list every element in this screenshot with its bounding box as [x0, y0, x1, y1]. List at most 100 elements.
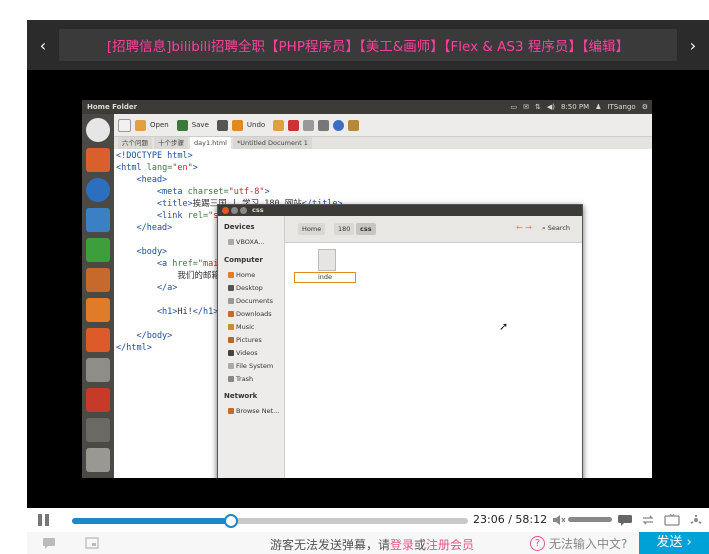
print-icon[interactable] — [216, 119, 228, 131]
network-heading: Network — [224, 392, 258, 400]
input-help-link[interactable]: ? 无法输入中文? — [530, 535, 627, 552]
close-icon[interactable] — [222, 207, 229, 214]
sidebar-item-desktop[interactable]: Desktop — [228, 284, 263, 292]
question-icon: ? — [530, 536, 545, 551]
new-file-icon[interactable] — [118, 118, 131, 132]
sidebar-item-label: File System — [236, 362, 274, 370]
redo-icon[interactable] — [273, 119, 285, 131]
gedit-tab[interactable]: day1.html — [190, 137, 231, 149]
breadcrumb-180[interactable]: 180 — [334, 223, 355, 235]
code-token: 我们的邮箱 — [116, 271, 220, 281]
code-token: <meta — [116, 187, 188, 197]
loop-icon[interactable] — [640, 514, 656, 526]
code-line: 我们的邮箱 — [116, 270, 220, 282]
sidebar-item-label: Browse Net... — [236, 407, 280, 415]
code-line: <head> — [116, 174, 167, 186]
file-name-field[interactable]: inde — [294, 272, 356, 283]
sidebar-item-downloads[interactable]: Downloads — [228, 310, 272, 318]
code-line: <!DOCTYPE html> — [116, 150, 193, 162]
settings-icon — [86, 358, 110, 382]
code-line: <h1>Hi!</h1> — [116, 306, 218, 318]
code-token: <a — [116, 259, 173, 269]
gedit-tab[interactable]: 六个问题 — [118, 137, 152, 149]
sidebar-item-label: VBOXA... — [236, 238, 265, 246]
paste-icon[interactable] — [318, 119, 330, 131]
banner-next-button[interactable]: › — [677, 20, 709, 70]
widescreen-icon[interactable] — [664, 514, 680, 526]
minimize-icon[interactable] — [231, 207, 238, 214]
volume-slider[interactable] — [568, 517, 612, 522]
sidebar-item-label: Downloads — [236, 310, 272, 318]
danmaku-list-icon[interactable] — [42, 537, 56, 549]
banner-link[interactable]: [招聘信息]bilibili招聘全职【PHP程序员】【美工&画师】【Flex &… — [59, 29, 677, 61]
danmaku-bar: 游客无法发送弹幕，请登录或注册会员 ? 无法输入中文? 发送 › — [27, 532, 709, 554]
progress-bar[interactable] — [72, 514, 468, 528]
progress-handle[interactable] — [224, 514, 239, 528]
announcement-banner: ‹ [招聘信息]bilibili招聘全职【PHP程序员】【美工&画师】【Flex… — [27, 20, 709, 70]
volume-icon[interactable] — [552, 514, 566, 526]
register-link[interactable]: 注册会员 — [426, 538, 474, 552]
code-token: <title> — [116, 199, 193, 209]
window-title: Home Folder — [87, 103, 138, 111]
gedit-toolbar: Open Save Undo — [114, 114, 652, 137]
banner-prev-button[interactable]: ‹ — [27, 20, 59, 70]
code-token: </a> — [116, 283, 178, 293]
code-token: > — [264, 187, 270, 197]
sidebar-item-trash[interactable]: Trash — [228, 375, 253, 383]
send-button[interactable]: 发送 › — [639, 532, 709, 554]
code-token: <html — [116, 163, 147, 173]
find-icon[interactable] — [333, 119, 345, 131]
gedit-tab[interactable]: 十个步骤 — [154, 137, 188, 149]
ubuntu-launcher — [82, 114, 114, 478]
writer-icon — [86, 208, 110, 232]
open-button[interactable]: Open — [150, 121, 169, 129]
code-line: <a href="mail — [116, 258, 224, 270]
fullscreen-icon[interactable] — [688, 514, 704, 526]
sidebar-item-label: Music — [236, 323, 255, 331]
computer-heading: Computer — [224, 256, 263, 264]
dash-icon — [86, 118, 110, 142]
code-line: <link rel="st — [116, 210, 224, 222]
sidebar-item-browse-network[interactable]: Browse Net... — [228, 407, 279, 415]
breadcrumb-home[interactable]: Home — [298, 223, 326, 235]
file-manager-content: inde ➚ — [285, 243, 582, 478]
sidebar-item-home[interactable]: Home — [228, 271, 255, 279]
copy-icon[interactable] — [303, 119, 315, 131]
code-token: </html> — [116, 343, 152, 353]
open-icon[interactable] — [135, 119, 146, 131]
file-manager-sidebar: Devices VBOXA... Computer Home Desktop D… — [218, 216, 285, 478]
firefox-icon — [86, 178, 110, 202]
user-icon: ♟ — [595, 103, 602, 111]
breadcrumb-css[interactable]: css — [356, 223, 376, 235]
played-bar — [72, 518, 231, 524]
login-link[interactable]: 登录 — [390, 538, 414, 552]
sidebar-item-vbox[interactable]: VBOXA... — [228, 238, 264, 246]
sidebar-item-pictures[interactable]: Pictures — [228, 336, 262, 344]
mail-icon: ✉ — [523, 103, 529, 111]
devices-heading: Devices — [224, 223, 255, 231]
danmaku-toggle-icon[interactable] — [617, 514, 633, 526]
or-text: 或 — [414, 538, 427, 552]
save-icon[interactable] — [176, 119, 188, 131]
undo-icon[interactable] — [231, 119, 243, 131]
sidebar-item-filesystem[interactable]: File System — [228, 362, 273, 370]
maximize-icon[interactable] — [240, 207, 247, 214]
workspace-icon — [86, 418, 110, 442]
code-token: Hi! — [177, 307, 193, 317]
sidebar-item-documents[interactable]: Documents — [228, 297, 273, 305]
sidebar-item-videos[interactable]: Videos — [228, 349, 258, 357]
search-button[interactable]: ⌕ Search — [542, 224, 570, 233]
gedit-tab[interactable]: *Untitled Document 1 — [232, 137, 312, 149]
ubuntu-one-icon — [86, 328, 110, 352]
file-icon[interactable] — [318, 249, 336, 271]
banner-title[interactable]: [招聘信息]bilibili招聘全职【PHP程序员】【美工&画师】【Flex &… — [107, 35, 629, 55]
tools-icon[interactable] — [348, 119, 360, 131]
cut-icon[interactable] — [288, 119, 300, 131]
danmaku-style-icon[interactable] — [85, 537, 99, 549]
pause-button[interactable] — [38, 514, 52, 526]
ubuntu-top-panel: Home Folder ▭ ✉ ⇅ ◀) 8:50 PM ♟ ITSango ⚙ — [82, 100, 652, 114]
undo-button[interactable]: Undo — [247, 121, 265, 129]
sidebar-item-music[interactable]: Music — [228, 323, 255, 331]
back-forward-icon[interactable]: ← → — [516, 223, 532, 232]
save-button[interactable]: Save — [192, 121, 209, 129]
